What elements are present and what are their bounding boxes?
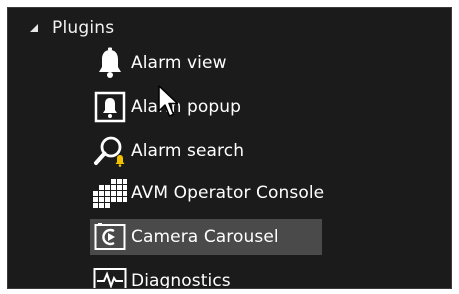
keypad-grid-icon bbox=[92, 176, 128, 210]
tree-item-label: Camera Carousel bbox=[131, 227, 279, 247]
screenshot-panel: Plugins Alarm view Alarm popup Alarm sea… bbox=[0, 0, 459, 294]
bell-icon bbox=[92, 46, 128, 80]
tree-item-label: Alarm search bbox=[131, 141, 245, 161]
tree-item-alarm-popup[interactable]: Alarm popup bbox=[90, 89, 247, 125]
plugins-tree: Plugins Alarm view Alarm popup Alarm sea… bbox=[7, 7, 452, 289]
framed-bell-icon bbox=[92, 90, 128, 124]
tree-item-alarm-search[interactable]: Alarm search bbox=[90, 133, 250, 169]
tree-item-label: AVM Operator Console bbox=[131, 183, 325, 203]
magnifier-bell-icon bbox=[92, 134, 128, 168]
triangle-down-icon[interactable] bbox=[28, 22, 40, 34]
tree-group-plugins[interactable]: Plugins bbox=[28, 14, 114, 42]
tree-item-label: Diagnostics bbox=[131, 271, 231, 289]
tree-item-label: Alarm view bbox=[131, 53, 227, 73]
tree-item-diagnostics[interactable]: Diagnostics bbox=[90, 263, 237, 289]
tree-item-camera-carousel[interactable]: Camera Carousel bbox=[90, 219, 322, 255]
carousel-play-icon bbox=[92, 220, 128, 254]
tree-group-label: Plugins bbox=[52, 18, 115, 38]
tree-item-alarm-view[interactable]: Alarm view bbox=[90, 45, 233, 81]
tree-item-label: Alarm popup bbox=[131, 97, 242, 117]
tree-item-avm-operator-console[interactable]: AVM Operator Console bbox=[90, 175, 330, 211]
heartbeat-monitor-icon bbox=[92, 264, 128, 288]
